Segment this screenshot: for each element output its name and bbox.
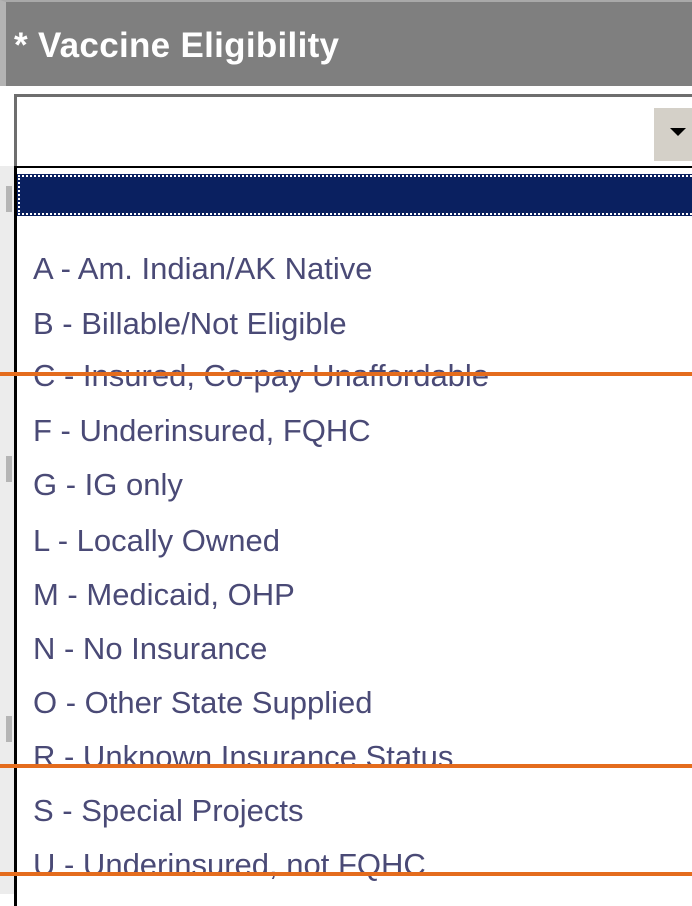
option-l[interactable]: L - Locally Owned: [17, 520, 692, 562]
edge-tick: [6, 456, 12, 482]
option-label: S - Special Projects: [33, 793, 304, 828]
option-label: B - Billable/Not Eligible: [33, 306, 347, 341]
dropdown-list: A - Am. Indian/AK Native B - Billable/No…: [14, 166, 692, 906]
option-f[interactable]: F - Underinsured, FQHC: [17, 410, 692, 452]
option-label: A - Am. Indian/AK Native: [33, 251, 373, 286]
option-s[interactable]: S - Special Projects: [17, 790, 692, 832]
strikethrough-line: [0, 372, 692, 376]
option-label: M - Medicaid, OHP: [33, 577, 295, 612]
edge-tick: [6, 716, 12, 742]
field-label: * Vaccine Eligibility: [14, 26, 340, 65]
vaccine-eligibility-select[interactable]: [14, 94, 692, 166]
strikethrough-line: [0, 764, 692, 768]
strikethrough-line: [0, 872, 692, 876]
option-n[interactable]: N - No Insurance: [17, 628, 692, 670]
option-label: U - Underinsured, not FQHC: [33, 847, 426, 882]
option-m[interactable]: M - Medicaid, OHP: [17, 574, 692, 616]
field-header: * Vaccine Eligibility: [0, 0, 692, 86]
option-r[interactable]: R - Unknown Insurance Status: [17, 736, 692, 778]
option-u[interactable]: U - Underinsured, not FQHC: [17, 844, 692, 886]
option-b[interactable]: B - Billable/Not Eligible: [17, 303, 692, 345]
option-label: O - Other State Supplied: [33, 685, 373, 720]
option-c[interactable]: C - Insured, Co-pay Unaffordable: [17, 355, 692, 397]
option-label: R - Unknown Insurance Status: [33, 739, 454, 774]
option-label: N - No Insurance: [33, 631, 268, 666]
option-blank[interactable]: [17, 174, 692, 216]
option-label: G - IG only: [33, 467, 183, 502]
chevron-down-icon: [670, 128, 686, 136]
option-g[interactable]: G - IG only: [17, 464, 692, 506]
left-edge-strip: [0, 166, 14, 894]
option-label: L - Locally Owned: [33, 523, 280, 558]
edge-tick: [6, 186, 12, 212]
option-o[interactable]: O - Other State Supplied: [17, 682, 692, 724]
dropdown-button[interactable]: [651, 105, 692, 161]
option-label: F - Underinsured, FQHC: [33, 413, 371, 448]
option-a[interactable]: A - Am. Indian/AK Native: [17, 248, 692, 290]
